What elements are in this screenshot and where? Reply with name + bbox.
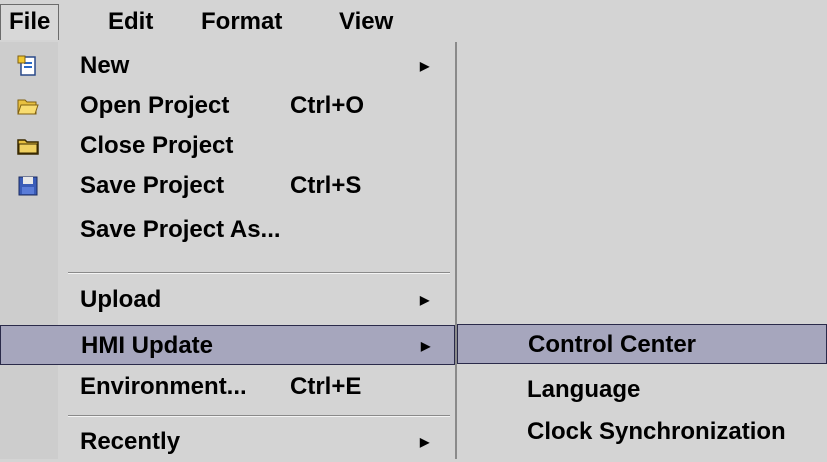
menu-item-shortcut: Ctrl+O	[290, 92, 365, 119]
submenu-arrow-icon: ▶	[421, 339, 431, 353]
closed-folder-icon	[17, 139, 39, 155]
menu-item-save-project-as[interactable]: Save Project As...	[0, 210, 455, 250]
menu-view[interactable]: View	[331, 4, 401, 40]
menu-item-label: Close Project	[80, 132, 234, 159]
menu-item-label: Save Project As...	[80, 216, 281, 243]
open-folder-icon	[17, 99, 39, 115]
submenu-arrow-icon: ▶	[420, 435, 430, 449]
menu-item-recently[interactable]: Recently ▶	[0, 422, 455, 462]
hmi-update-submenu: Control Center Language Clock Synchroniz…	[457, 322, 827, 459]
menu-item-upload[interactable]: Upload ▶	[0, 280, 455, 320]
menu-item-environment[interactable]: Environment... Ctrl+E	[0, 367, 455, 407]
menu-separator	[68, 272, 450, 274]
menu-item-label: HMI Update	[81, 332, 213, 359]
menu-item-label: New	[80, 52, 130, 79]
menu-item-close-project[interactable]: Close Project	[0, 126, 455, 166]
menu-item-open-project[interactable]: Open Project Ctrl+O	[0, 86, 455, 126]
menu-bar: File Edit Format View	[0, 0, 455, 43]
menu-item-label: Recently	[80, 428, 181, 455]
menu-format[interactable]: Format	[193, 4, 290, 40]
submenu-item-label: Language	[527, 376, 641, 403]
menu-item-hmi-update[interactable]: HMI Update ▶	[0, 325, 455, 365]
submenu-arrow-icon: ▶	[420, 293, 430, 307]
menu-file[interactable]: File	[0, 4, 60, 40]
menu-item-label: Environment...	[80, 373, 247, 400]
menu-item-new[interactable]: New ▶	[0, 46, 455, 86]
menu-item-label: Upload	[80, 286, 162, 313]
submenu-item-label: Clock Synchronization	[527, 418, 786, 445]
menu-edit[interactable]: Edit	[100, 4, 161, 40]
submenu-item-control-center[interactable]: Control Center	[457, 324, 827, 364]
menu-item-shortcut: Ctrl+E	[290, 373, 362, 400]
menu-item-label: Open Project	[80, 92, 230, 119]
new-document-icon	[17, 55, 36, 76]
menu-item-shortcut: Ctrl+S	[290, 172, 362, 199]
file-menu-dropdown: New ▶ Open Project Ctrl+O Close Project …	[0, 42, 457, 459]
submenu-item-label: Control Center	[528, 331, 696, 358]
submenu-item-clock-synchronization[interactable]: Clock Synchronization	[457, 412, 827, 452]
menu-item-label: Save Project	[80, 172, 225, 199]
submenu-item-language[interactable]: Language	[457, 370, 827, 410]
floppy-disk-icon	[18, 176, 38, 196]
menu-separator	[68, 415, 450, 417]
submenu-arrow-icon: ▶	[420, 59, 430, 73]
menu-item-save-project[interactable]: Save Project Ctrl+S	[0, 166, 455, 206]
